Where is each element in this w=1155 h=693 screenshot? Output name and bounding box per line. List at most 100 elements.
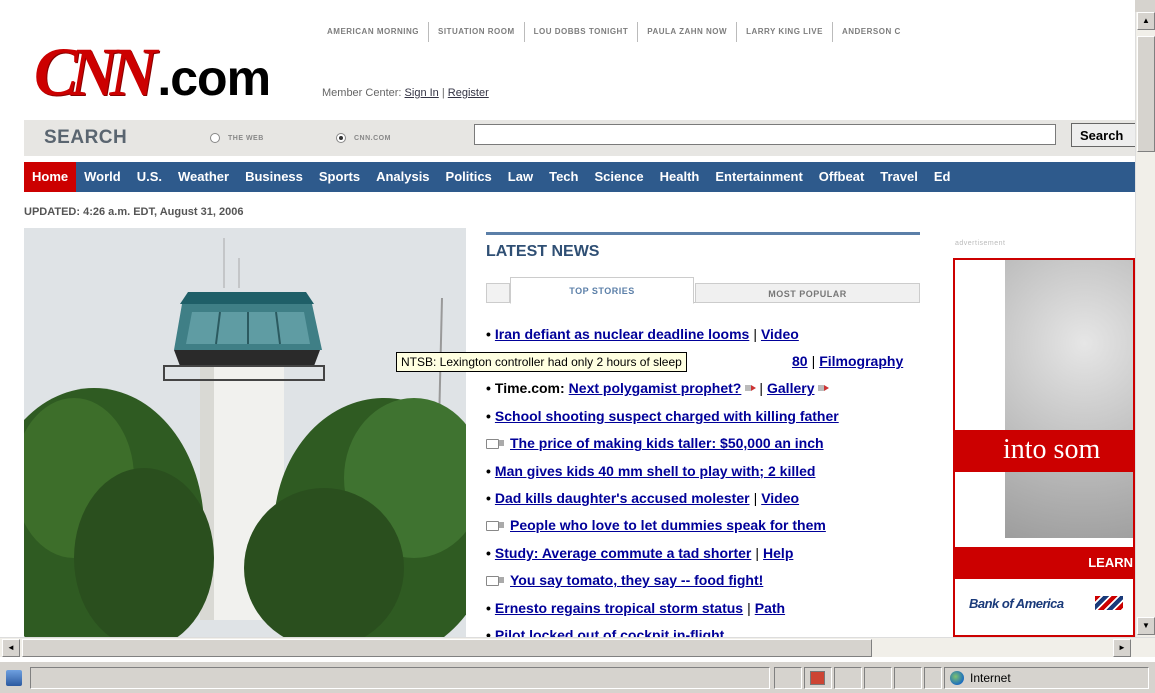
nav-item-business[interactable]: Business: [237, 162, 311, 192]
search-input[interactable]: [474, 124, 1056, 145]
story-link[interactable]: School shooting suspect charged with kil…: [495, 408, 839, 424]
path-link[interactable]: Path: [755, 600, 785, 616]
vertical-scroll-thumb[interactable]: [1137, 36, 1155, 152]
news-tabs: TOP STORIES MOST POPULAR: [486, 277, 920, 304]
nav-item-us[interactable]: U.S.: [129, 162, 170, 192]
security-zone-label: Internet: [970, 671, 1011, 685]
nav-item-offbeat[interactable]: Offbeat: [811, 162, 873, 192]
show-link[interactable]: LARRY KING LIVE: [736, 22, 832, 42]
bank-of-america-logo: Bank of America: [969, 596, 1064, 611]
story-link[interactable]: Ernesto regains tropical storm status: [495, 600, 743, 616]
video-icon[interactable]: [818, 383, 830, 393]
story-link[interactable]: Study: Average commute a tad shorter: [495, 545, 751, 561]
separator: |: [811, 353, 816, 370]
nav-item-tech[interactable]: Tech: [541, 162, 586, 192]
cnn-logo-mark: CNN: [34, 34, 157, 111]
story-link[interactable]: Dad kills daughter's accused molester: [495, 490, 750, 506]
status-bar: Internet: [0, 661, 1155, 693]
coins-jar-image: [1005, 260, 1133, 538]
page-viewport: AMERICAN MORNING SITUATION ROOM LOU DOBB…: [0, 0, 1135, 637]
ad-learn-button[interactable]: LEARN: [955, 547, 1133, 579]
tab-top-stories[interactable]: TOP STORIES: [510, 277, 694, 304]
story-link[interactable]: The price of making kids taller: $50,000…: [510, 435, 824, 451]
nav-item-politics[interactable]: Politics: [438, 162, 500, 192]
control-tower-photo[interactable]: [24, 228, 466, 637]
radio-the-web[interactable]: THE WEB: [210, 133, 264, 143]
story-link[interactable]: People who love to let dummies speak for…: [510, 517, 826, 533]
nav-item-education[interactable]: Ed: [926, 162, 959, 192]
bullet: •: [486, 462, 491, 479]
nav-item-sports[interactable]: Sports: [311, 162, 368, 192]
help-link[interactable]: Help: [763, 545, 793, 561]
nav-item-science[interactable]: Science: [586, 162, 651, 192]
story-link[interactable]: 80: [792, 353, 808, 369]
radio-button-selected-icon[interactable]: [336, 133, 346, 143]
horizontal-scrollbar[interactable]: ◄ ►: [0, 637, 1155, 657]
bullet: •: [486, 407, 491, 424]
nav-item-health[interactable]: Health: [652, 162, 708, 192]
separator: |: [747, 599, 751, 616]
nav-item-home[interactable]: Home: [24, 162, 77, 192]
bullet: •: [486, 325, 491, 342]
nav-item-world[interactable]: World: [76, 162, 129, 192]
member-center-label: Member Center:: [322, 87, 402, 99]
show-link[interactable]: SITUATION ROOM: [428, 22, 524, 42]
ie-page-icon: [6, 670, 22, 686]
video-link[interactable]: Video: [761, 326, 799, 342]
cnn-logo[interactable]: CNN .com: [34, 34, 271, 111]
list-item: • School shooting suspect charged with k…: [486, 402, 936, 429]
show-link[interactable]: ANDERSON C: [831, 22, 910, 42]
filmography-link[interactable]: Filmography: [819, 353, 903, 369]
status-panel: [774, 667, 802, 689]
ad-banner-text: into som: [955, 430, 1133, 472]
nav-item-weather[interactable]: Weather: [170, 162, 237, 192]
audio-icon: [486, 575, 506, 587]
scroll-up-icon[interactable]: ▲: [1137, 12, 1155, 30]
updated-timestamp: UPDATED: 4:26 a.m. EDT, August 31, 2006: [24, 206, 244, 218]
search-label: SEARCH: [44, 127, 128, 148]
story-link[interactable]: Iran defiant as nuclear deadline looms: [495, 326, 749, 342]
bank-of-america-ad[interactable]: into som LEARN Bank of America: [953, 258, 1135, 637]
radio-button-icon[interactable]: [210, 133, 220, 143]
vertical-scrollbar[interactable]: ▲ ▼: [1135, 12, 1155, 637]
nav-item-law[interactable]: Law: [500, 162, 541, 192]
cnn-logo-dotcom: .com: [157, 50, 271, 106]
separator: |: [755, 544, 760, 561]
story-link[interactable]: Pilot locked out of cockpit in-flight: [495, 627, 724, 637]
story-link[interactable]: You say tomato, they say -- food fight!: [510, 572, 763, 588]
audio-icon: [486, 520, 506, 532]
video-icon[interactable]: [745, 383, 757, 393]
scroll-down-icon[interactable]: ▼: [1137, 617, 1155, 635]
story-link[interactable]: Man gives kids 40 mm shell to play with;…: [495, 463, 816, 479]
search-button[interactable]: Search: [1071, 123, 1135, 147]
list-item: • Study: Average commute a tad shorter |…: [486, 539, 936, 566]
list-item: • Time.com: Next polygamist prophet? | G…: [486, 375, 936, 402]
gallery-link[interactable]: Gallery: [767, 380, 814, 396]
nav-item-analysis[interactable]: Analysis: [368, 162, 437, 192]
scroll-left-icon[interactable]: ◄: [2, 639, 20, 657]
video-link[interactable]: Video: [761, 490, 799, 506]
separator: |: [753, 490, 758, 507]
bank-flag-icon: [1095, 596, 1123, 610]
nav-item-travel[interactable]: Travel: [872, 162, 926, 192]
status-panel: [924, 667, 942, 689]
main-nav: Home World U.S. Weather Business Sports …: [24, 162, 1135, 192]
register-link[interactable]: Register: [448, 87, 489, 99]
tab-spacer: [486, 283, 510, 303]
bullet: •: [486, 626, 491, 637]
sign-in-link[interactable]: Sign In: [405, 87, 439, 99]
show-link[interactable]: AMERICAN MORNING: [318, 22, 428, 42]
horizontal-scroll-thumb[interactable]: [22, 639, 872, 657]
story-link[interactable]: Next polygamist prophet?: [569, 380, 742, 396]
popup-blocked-icon[interactable]: [810, 671, 825, 685]
show-link[interactable]: PAULA ZAHN NOW: [637, 22, 736, 42]
radio-cnn-com[interactable]: CNN.COM: [336, 133, 391, 143]
show-link[interactable]: LOU DOBBS TONIGHT: [523, 22, 638, 42]
tab-most-popular[interactable]: MOST POPULAR: [695, 283, 920, 303]
list-item: • Dad kills daughter's accused molester …: [486, 484, 936, 511]
audio-icon: [486, 438, 506, 450]
scroll-right-icon[interactable]: ►: [1113, 639, 1131, 657]
nav-item-entertainment[interactable]: Entertainment: [707, 162, 810, 192]
member-separator: |: [438, 87, 448, 99]
list-item: You say tomato, they say -- food fight!: [486, 567, 936, 594]
